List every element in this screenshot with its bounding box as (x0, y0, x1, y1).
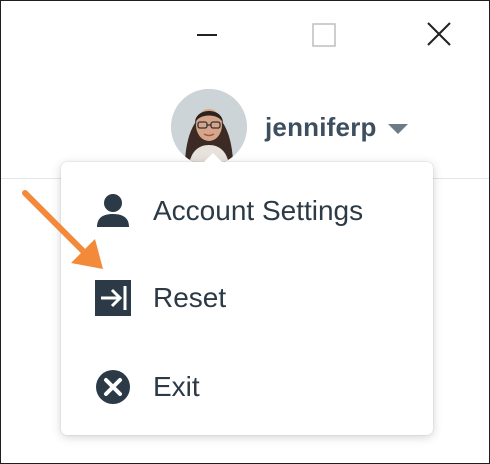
dropdown-notch (203, 153, 223, 163)
menu-item-reset[interactable]: Reset (61, 268, 433, 328)
maximize-button[interactable] (303, 15, 343, 55)
menu-item-label: Account Settings (153, 195, 364, 226)
menu-item-account-settings[interactable]: Account Settings (61, 181, 433, 241)
sign-in-arrow-icon (93, 278, 133, 318)
maximize-icon (312, 23, 336, 47)
minimize-icon (197, 34, 217, 36)
annotation-arrow-icon (22, 190, 103, 269)
close-button[interactable] (419, 15, 459, 55)
menu-item-exit[interactable]: Exit (61, 357, 433, 417)
chevron-down-icon (387, 124, 408, 134)
close-circle-icon (93, 367, 133, 407)
menu-item-label: Exit (153, 371, 200, 402)
user-dropdown-menu: Account Settings Reset Exit (61, 153, 433, 435)
app-window: jenniferp Account Settings Reset Exit (0, 0, 490, 464)
minimize-button[interactable] (187, 15, 227, 55)
menu-item-label: Reset (153, 282, 227, 313)
username: jenniferp (265, 111, 377, 142)
close-icon (427, 22, 451, 46)
